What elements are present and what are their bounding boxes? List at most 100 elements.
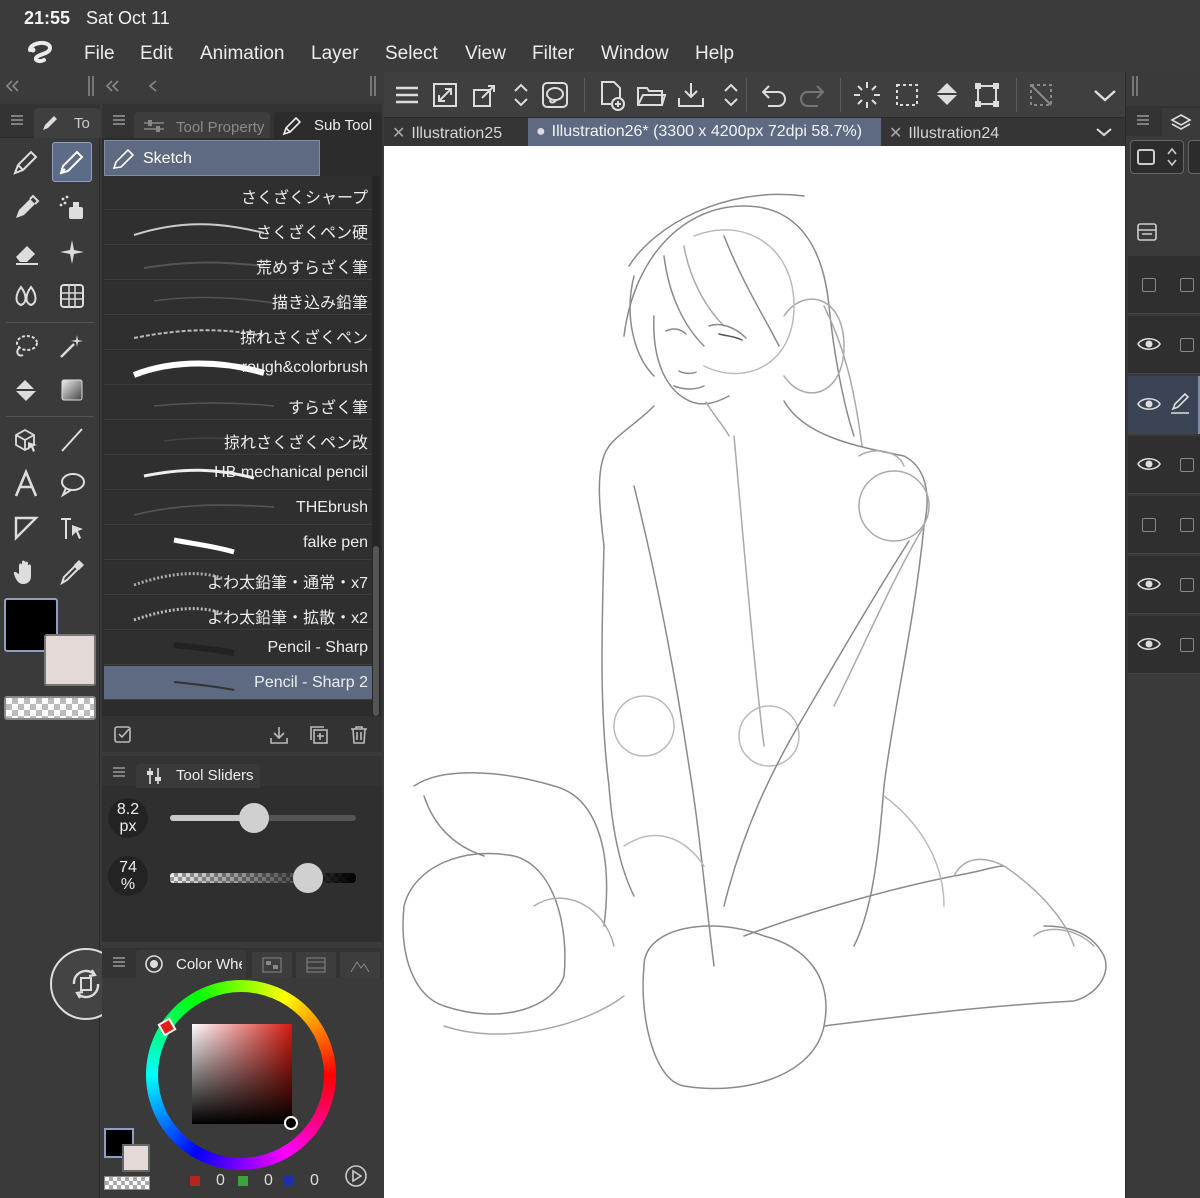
lock-checkbox[interactable]: [1180, 278, 1194, 292]
close-icon[interactable]: ✕: [392, 125, 405, 142]
layer-row[interactable]: [1128, 256, 1200, 314]
brush-size-knob[interactable]: [238, 803, 269, 833]
menu-window[interactable]: Window: [601, 43, 669, 65]
eye-icon[interactable]: [1136, 334, 1162, 354]
menu-file[interactable]: File: [84, 43, 115, 65]
layer-row[interactable]: [1128, 616, 1200, 674]
brush-size-slider[interactable]: [170, 803, 356, 833]
transform-icon[interactable]: [468, 78, 502, 112]
fit-screen-icon[interactable]: [428, 78, 462, 112]
layer-row[interactable]: [1128, 496, 1200, 554]
lasso-icon[interactable]: [538, 78, 572, 112]
eye-icon[interactable]: [1136, 574, 1162, 594]
eye-icon[interactable]: [1136, 634, 1162, 654]
new-file-icon[interactable]: [594, 78, 628, 112]
object-select-tool-icon[interactable]: [6, 420, 46, 460]
fill-bucket-tool-icon[interactable]: [6, 370, 46, 410]
line-tool-icon[interactable]: [52, 420, 92, 460]
save-icon[interactable]: [674, 78, 708, 112]
blend-tool-icon[interactable]: [6, 276, 46, 316]
select-all-icon[interactable]: [890, 78, 924, 112]
app-logo-icon[interactable]: [24, 38, 56, 68]
opacity-slider[interactable]: [170, 863, 356, 893]
layer-row[interactable]: [1128, 556, 1200, 614]
dock-handle-icon-right[interactable]: [370, 76, 376, 96]
tab-color-history[interactable]: [296, 952, 336, 978]
collapse-left-icon[interactable]: [4, 78, 20, 94]
eye-icon[interactable]: [1136, 394, 1162, 414]
list-item[interactable]: すらざく筆: [104, 386, 372, 420]
updown-icon[interactable]: [504, 78, 528, 112]
trash-icon[interactable]: [348, 724, 370, 746]
lock-checkbox[interactable]: [1180, 578, 1194, 592]
eraser-tool-icon[interactable]: [6, 232, 46, 272]
list-item[interactable]: falke pen: [104, 526, 372, 560]
text-tool-icon[interactable]: [6, 464, 46, 504]
drawing-canvas[interactable]: [384, 146, 1125, 1198]
modified-dot-icon[interactable]: ●: [536, 123, 546, 140]
play-circle-icon[interactable]: [344, 1164, 368, 1188]
chevron-down-icon[interactable]: [1088, 78, 1122, 112]
layer-row-active[interactable]: [1128, 376, 1200, 434]
list-item[interactable]: さくざくシャープ: [104, 176, 372, 210]
layer-row[interactable]: [1128, 316, 1200, 374]
list-item[interactable]: HB mechanical pencil: [104, 456, 372, 490]
menu-edit[interactable]: Edit: [140, 43, 173, 65]
duplicate-icon[interactable]: [308, 724, 330, 746]
opacity-select[interactable]: [1188, 140, 1200, 174]
list-item[interactable]: 掠れさくざくペン: [104, 316, 372, 350]
list-item[interactable]: Pencil - Sharp: [104, 631, 372, 665]
collapse-left-icon-2[interactable]: [104, 78, 120, 94]
loading-icon[interactable]: [850, 78, 884, 112]
frame-border-tool-icon[interactable]: [6, 508, 46, 548]
tab-layer[interactable]: [1162, 108, 1200, 136]
list-item[interactable]: THEbrush: [104, 491, 372, 525]
lock-checkbox[interactable]: [1180, 338, 1194, 352]
lasso-select-tool-icon[interactable]: [6, 326, 46, 366]
updown-icon-2[interactable]: [714, 78, 738, 112]
magic-wand-tool-icon[interactable]: [52, 326, 92, 366]
saturation-value-square[interactable]: [192, 1024, 292, 1124]
sub-tool-group[interactable]: Sketch: [104, 140, 320, 176]
list-item[interactable]: 描き込み鉛筆: [104, 281, 372, 315]
lock-checkbox[interactable]: [1180, 458, 1194, 472]
tab-document-active[interactable]: ● Illustration26* (3300 x 4200px 72dpi 58…: [528, 118, 881, 146]
tabs-chevron-down-icon[interactable]: [1094, 124, 1114, 140]
menu-select[interactable]: Select: [385, 43, 438, 65]
gradient-tool-icon[interactable]: [52, 370, 92, 410]
pencil-tool-icon[interactable]: [52, 142, 92, 182]
color-panel-transparent-swatch[interactable]: [104, 1176, 150, 1190]
redo-icon[interactable]: [796, 78, 830, 112]
brush-tool-icon[interactable]: [6, 188, 46, 228]
panel-menu-icon[interactable]: [112, 956, 126, 968]
opacity-knob[interactable]: [292, 863, 323, 893]
list-item[interactable]: 荒めすらざく筆: [104, 246, 372, 280]
hamburger-menu-icon[interactable]: [390, 78, 424, 112]
layer-property-icon[interactable]: [1136, 222, 1158, 242]
airbrush-tool-icon[interactable]: [52, 188, 92, 228]
visibility-checkbox[interactable]: [1142, 278, 1156, 292]
panel-menu-icon[interactable]: [1136, 114, 1150, 126]
list-item[interactable]: さくざくペン硬: [104, 211, 372, 245]
fill-icon[interactable]: [930, 78, 964, 112]
menu-filter[interactable]: Filter: [532, 43, 574, 65]
menu-view[interactable]: View: [465, 43, 506, 65]
pen-tool-icon[interactable]: [6, 142, 46, 182]
close-icon[interactable]: ✕: [889, 125, 902, 142]
correct-line-tool-icon[interactable]: [52, 508, 92, 548]
brush-list-scrollbar[interactable]: [372, 176, 380, 716]
tab-document[interactable]: ✕ Illustration24: [881, 118, 1041, 146]
transparent-color-swatch[interactable]: [4, 696, 96, 720]
list-item[interactable]: よわ太鉛筆・拡散・x2: [104, 596, 372, 630]
menu-animation[interactable]: Animation: [200, 43, 285, 65]
menu-help[interactable]: Help: [695, 43, 734, 65]
download-icon[interactable]: [268, 724, 290, 746]
panel-menu-icon[interactable]: [112, 766, 126, 778]
sub-color-swatch[interactable]: [44, 634, 96, 686]
list-item[interactable]: 掠れさくざくペン改: [104, 421, 372, 455]
color-picker-marker[interactable]: [284, 1116, 298, 1130]
chevron-left-icon[interactable]: [146, 78, 160, 94]
layer-row[interactable]: [1128, 436, 1200, 494]
eye-icon[interactable]: [1136, 454, 1162, 474]
sub-tool-settings-icon[interactable]: [112, 724, 134, 746]
